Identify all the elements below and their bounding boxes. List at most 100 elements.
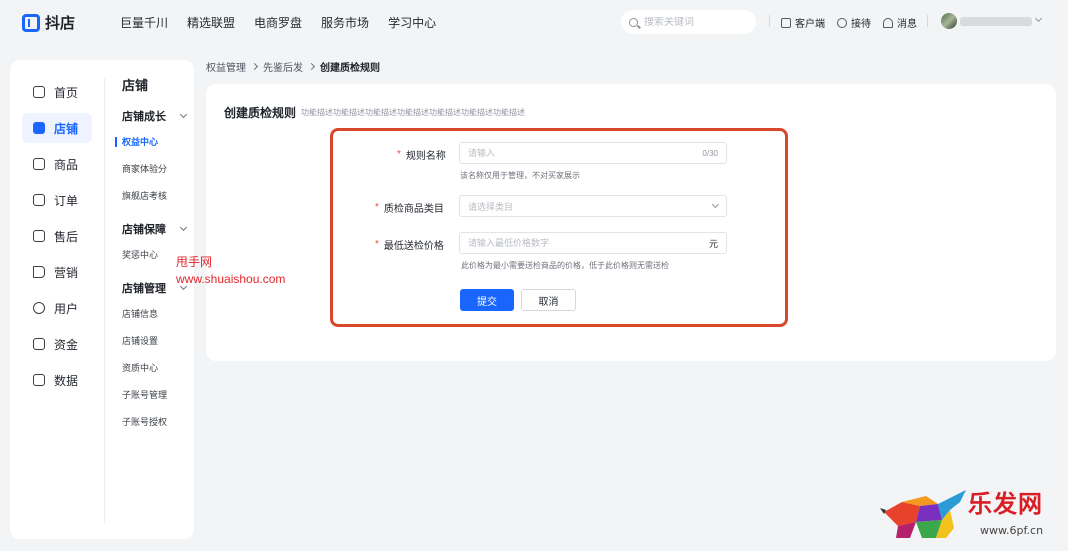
main-nav-label: 资金 [54,337,79,352]
top-bar: 抖店 巨量千川 精选联盟 电商罗盘 服务市场 学习中心 客户端 接待 消息 [0,0,1068,44]
sub-nav-item[interactable]: 子账号管理 [122,385,192,405]
aftersale-icon [33,230,45,242]
main-nav-funds[interactable]: 资金 [22,329,92,359]
page-title: 创建质检规则 [224,106,297,120]
home-icon [33,86,45,98]
watermark-logo: 乐发网 www.6pf.cn [880,484,1062,546]
main-nav-label: 用户 [54,301,79,316]
rule-name-label-row: * 规则名称 [397,147,446,162]
sidebar: 首页 店铺 商品 订单 售后 营销 用户 资金 数据 店铺 店铺成长 权益中心 … [10,60,194,539]
user-icon [33,302,45,314]
chevron-right-icon [307,62,316,71]
rule-name-hint: 该名称仅用于管理，不对买家展示 [460,171,580,180]
breadcrumb-item[interactable]: 先鉴后发 [263,59,303,74]
main-nav-label: 订单 [54,193,79,208]
sub-nav-title: 店铺 [122,78,149,93]
monitor-icon [781,17,791,28]
order-icon [33,194,45,206]
top-nav-item[interactable]: 巨量千川 [120,14,168,31]
chevron-down-icon[interactable] [1034,14,1043,23]
logo-icon [22,13,40,32]
search-input[interactable] [644,16,744,28]
min-price-field[interactable]: 元 [459,232,727,254]
service-button[interactable]: 接待 [837,15,871,30]
breadcrumb: 权益管理 先鉴后发 创建质检规则 [206,59,380,74]
breadcrumb-item[interactable]: 权益管理 [206,59,246,74]
main-nav-home[interactable]: 首页 [22,77,92,107]
divider [104,78,105,524]
top-nav-item[interactable]: 服务市场 [321,14,369,31]
main-nav-users[interactable]: 用户 [22,293,92,323]
breadcrumb-current: 创建质检规则 [320,63,380,74]
service-label: 接待 [851,19,871,30]
sub-nav-item[interactable]: 资质中心 [122,358,192,378]
chevron-right-icon [250,62,259,71]
main-nav-shop[interactable]: 店铺 [22,113,92,143]
main-nav-goods[interactable]: 商品 [22,149,92,179]
required-mark: * [375,239,379,250]
min-price-input[interactable] [468,238,709,248]
main-nav-data[interactable]: 数据 [22,365,92,395]
message-button[interactable]: 消息 [883,15,917,30]
group-label: 店铺管理 [122,283,166,295]
submit-button[interactable]: 提交 [460,289,514,311]
sub-nav-group-growth[interactable]: 店铺成长 [122,106,192,126]
min-price-label: 最低送检价格 [383,241,444,252]
chevron-down-icon [711,200,720,209]
watermark-url: www.shuaishou.com [176,272,286,286]
app-logo[interactable]: 抖店 [22,12,75,33]
avatar[interactable] [941,13,957,29]
rule-name-field[interactable]: 0/30 [459,142,727,164]
search-icon [629,17,638,27]
message-label: 消息 [897,19,917,30]
watermark-logo-url: www.6pf.cn [980,524,1044,537]
category-placeholder: 请选择类目 [468,201,514,212]
sub-nav-item[interactable]: 店铺设置 [122,331,192,351]
main-nav-label: 营销 [54,265,79,280]
headset-icon [837,17,847,28]
search-box[interactable] [621,10,756,34]
cancel-button[interactable]: 取消 [521,289,576,311]
currency-suffix: 元 [708,238,718,249]
sub-nav-item[interactable]: 店铺信息 [122,304,192,324]
user-name-blurred[interactable] [960,17,1032,26]
main-nav-orders[interactable]: 订单 [22,185,92,215]
bull-logo-icon [880,490,966,538]
main-nav: 首页 店铺 商品 订单 售后 营销 用户 资金 数据 [22,77,92,401]
required-mark: * [375,202,379,213]
content-card: 创建质检规则 功能描述功能描述功能描述功能描述功能描述功能描述功能描述 * 规则… [206,84,1056,361]
group-label: 店铺保障 [122,224,166,236]
rule-name-label: 规则名称 [405,151,446,162]
sub-nav-item[interactable]: 旗舰店考核 [122,186,192,206]
category-label-row: * 质检商品类目 [375,200,444,215]
rule-name-input[interactable] [468,148,703,158]
sub-nav-item[interactable]: 权益中心 [115,132,192,152]
top-nav-item[interactable]: 学习中心 [388,14,436,31]
watermark-text: 甩手网 [176,255,213,269]
sub-nav-item[interactable]: 商家体验分 [122,159,192,179]
category-label: 质检商品类目 [383,204,444,215]
main-nav-marketing[interactable]: 营销 [22,257,92,287]
sub-nav-item[interactable]: 子账号授权 [122,412,192,432]
shop-icon [33,122,45,134]
bell-icon [883,17,893,28]
main-nav-label: 首页 [54,85,79,100]
min-price-hint: 此价格为最小需要送检商品的价格，低于此价格则无需送检 [461,261,669,270]
char-counter: 0/30 [702,148,718,158]
wallet-icon [33,338,45,350]
group-label: 店铺成长 [122,111,166,123]
bag-icon [33,158,45,170]
main-nav-aftersale[interactable]: 售后 [22,221,92,251]
divider [927,15,928,27]
client-button[interactable]: 客户端 [781,15,825,30]
main-nav-label: 商品 [54,157,79,172]
main-nav-label: 店铺 [54,121,79,136]
watermark-logo-name: 乐发网 [968,489,1043,518]
logo-text: 抖店 [45,15,76,32]
top-nav-item[interactable]: 精选联盟 [187,14,235,31]
top-nav-item[interactable]: 电商罗盘 [254,14,302,31]
chevron-down-icon [179,223,188,232]
sub-nav-group-guarantee[interactable]: 店铺保障 [122,219,192,239]
client-label: 客户端 [795,19,825,30]
category-select[interactable]: 请选择类目 [459,195,727,217]
